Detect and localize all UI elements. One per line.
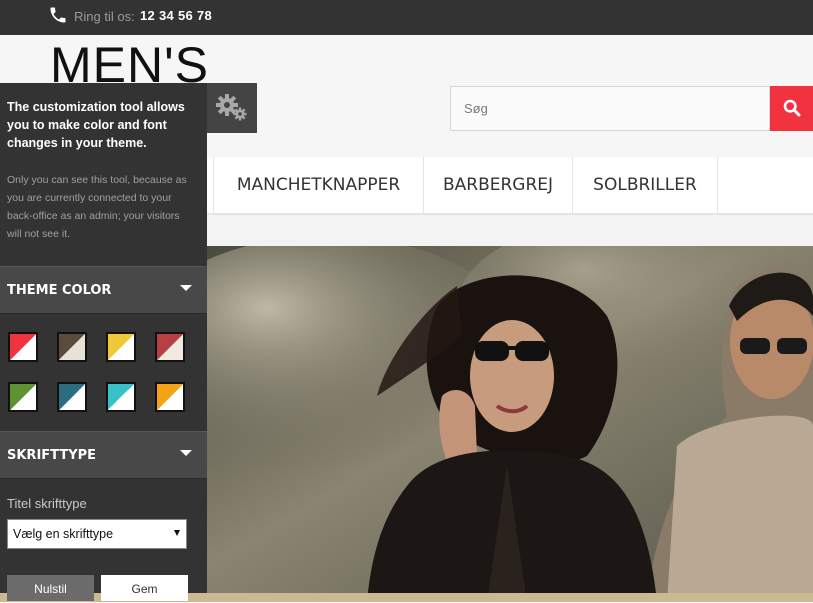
nav-item-barbergrej[interactable]: BARBERGREJ — [424, 157, 573, 213]
phone-number[interactable]: 12 34 56 78 — [140, 8, 212, 23]
theme-color-label: THEME COLOR — [7, 283, 112, 298]
customizer-title: The customization tool allows you to mak… — [7, 100, 185, 150]
theme-color-header[interactable]: THEME COLOR — [0, 266, 207, 314]
search-input[interactable] — [450, 86, 770, 131]
phone-label: Ring til os: — [74, 9, 135, 24]
search-icon — [783, 99, 801, 117]
phone-icon — [50, 7, 66, 23]
color-swatch[interactable] — [106, 332, 136, 362]
customizer-toggle[interactable] — [207, 83, 257, 133]
nav-item-solbriller[interactable]: SOLBRILLER — [573, 157, 718, 213]
title-font-select[interactable]: Vælg en skrifttype — [7, 519, 187, 549]
customization-panel: The customization tool allows you to mak… — [0, 83, 207, 601]
color-swatch[interactable] — [155, 332, 185, 362]
color-swatch[interactable] — [57, 382, 87, 412]
color-swatch[interactable] — [106, 382, 136, 412]
nav-item-manchetknapper[interactable]: MANCHETKNAPPER — [213, 157, 424, 213]
save-button[interactable]: Gem — [101, 575, 188, 601]
title-font-select-value: Vælg en skrifttype — [13, 527, 114, 541]
font-section-label: SKRIFTTYPE — [7, 448, 97, 463]
top-bar: Ring til os: 12 34 56 78 — [0, 0, 813, 35]
chevron-down-icon — [180, 450, 192, 456]
reset-button[interactable]: Nulstil — [7, 575, 94, 601]
gears-icon — [216, 94, 247, 121]
search-button[interactable] — [770, 86, 813, 131]
color-swatch[interactable] — [155, 382, 185, 412]
dropdown-arrow-icon — [174, 530, 180, 536]
font-section-header[interactable]: SKRIFTTYPE — [0, 431, 207, 479]
color-swatch[interactable] — [8, 382, 38, 412]
customizer-info: Only you can see this tool, because as y… — [7, 174, 187, 240]
hero-banner-image[interactable] — [207, 246, 813, 602]
main-navigation: MANCHETKNAPPER BARBERGREJ SOLBRILLER — [207, 157, 813, 215]
breadcrumb-bar — [207, 215, 813, 246]
color-swatch[interactable] — [8, 332, 38, 362]
title-font-label: Titel skrifttype — [7, 496, 87, 511]
color-swatch[interactable] — [57, 332, 87, 362]
chevron-down-icon — [180, 285, 192, 291]
